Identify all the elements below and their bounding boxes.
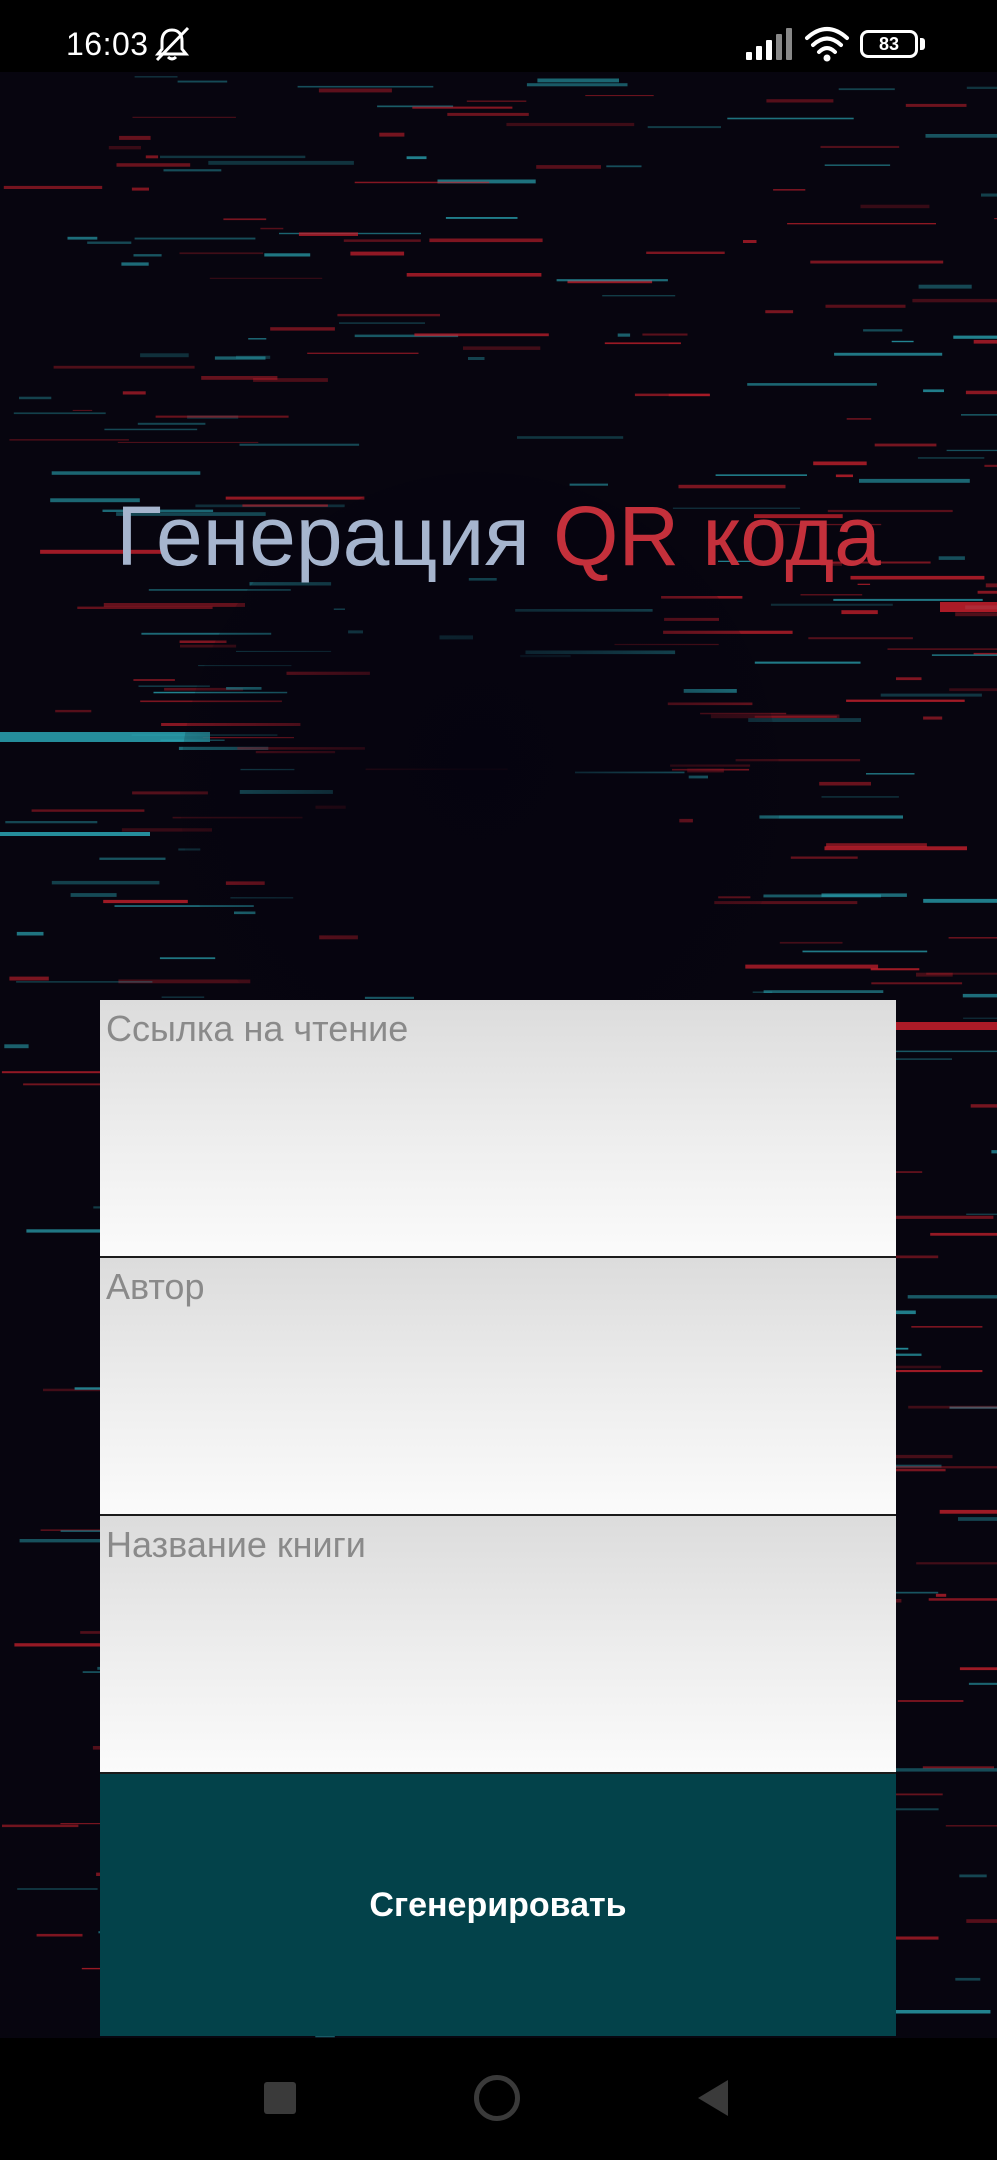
- book-title-input[interactable]: [100, 1516, 896, 1772]
- status-bar: 16:03 83: [0, 0, 997, 72]
- title-primary: Генерация: [116, 489, 530, 583]
- title-accent: QR кода: [553, 489, 881, 583]
- battery-level: 83: [878, 33, 900, 54]
- battery-cap: [920, 38, 925, 50]
- page-title: Генерация QR кода: [0, 488, 997, 585]
- status-time: 16:03: [66, 26, 149, 62]
- navigation-bar: [0, 2038, 997, 2160]
- back-icon[interactable]: [696, 2078, 730, 2118]
- recent-apps-icon[interactable]: [264, 2082, 296, 2114]
- author-field[interactable]: Автор: [100, 1258, 896, 1516]
- generate-button[interactable]: Сгенерировать: [100, 1774, 896, 2036]
- signal-icon: [746, 28, 792, 60]
- wifi-icon: [805, 27, 849, 62]
- author-input[interactable]: [100, 1258, 896, 1514]
- battery-body: 83: [860, 30, 918, 58]
- home-icon[interactable]: [474, 2075, 520, 2121]
- app-screen: 16:03 83 Генерация QR кода Ссылка на чте…: [0, 0, 997, 2160]
- reading-link-input[interactable]: [100, 1000, 896, 1256]
- battery-icon: 83: [860, 30, 926, 60]
- qr-form: Ссылка на чтение Автор Название книги Сг…: [100, 1000, 896, 2036]
- book-title-field[interactable]: Название книги: [100, 1516, 896, 1774]
- bell-off-icon: [154, 26, 190, 62]
- reading-link-field[interactable]: Ссылка на чтение: [100, 1000, 896, 1258]
